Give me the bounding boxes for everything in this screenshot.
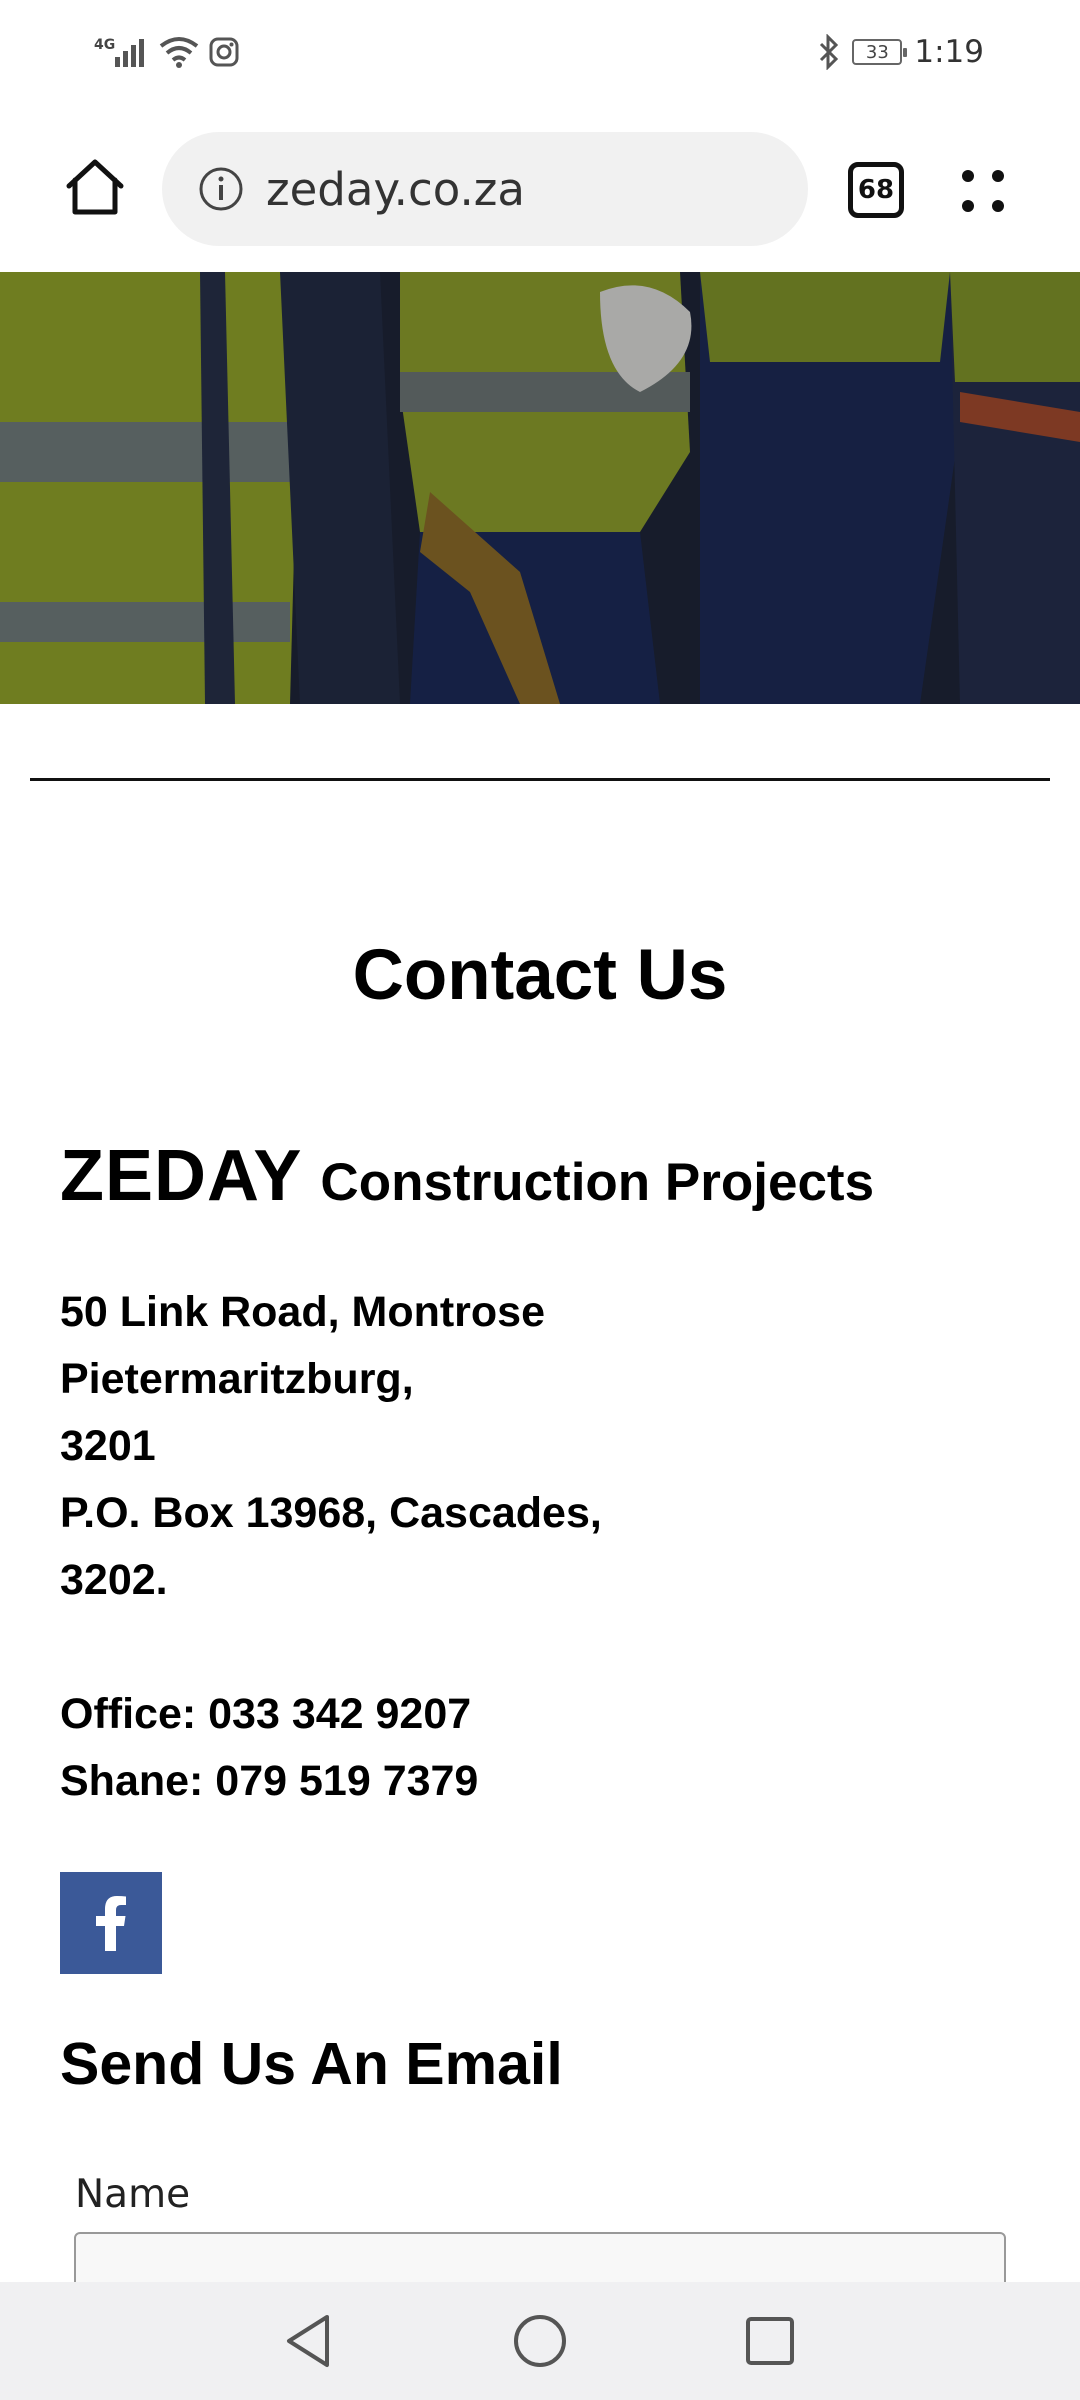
company-brand: ZEDAY	[60, 1136, 303, 1216]
status-right-icons: 33 1:19	[818, 30, 984, 74]
battery-level: 33	[865, 41, 889, 63]
tab-switcher-button[interactable]: 68	[848, 162, 904, 218]
hero-image	[0, 272, 1080, 704]
facebook-button[interactable]	[60, 1872, 162, 1974]
status-bar: 4G 33 1:19	[0, 0, 1080, 104]
system-nav-bar	[0, 2282, 1080, 2400]
phone-block: Office: 033 342 9207 Shane: 079 519 7379	[60, 1681, 478, 1815]
browser-menu-button[interactable]	[950, 160, 1016, 226]
company-name: ZEDAY Construction Projects	[60, 1135, 874, 1217]
signal-icon	[115, 39, 145, 67]
browser-toolbar: zeday.co.za 68	[0, 104, 1080, 272]
address-line: 50 Link Road, Montrose	[60, 1288, 546, 1336]
company-subtitle: Construction Projects	[320, 1153, 875, 1212]
section-divider	[30, 778, 1050, 781]
home-icon	[66, 159, 124, 215]
bluetooth-icon	[820, 34, 839, 70]
address-line: 3201	[60, 1422, 156, 1470]
info-icon[interactable]	[198, 166, 244, 212]
email-section-title: Send Us An Email	[60, 2031, 563, 2097]
office-phone[interactable]: Office: 033 342 9207	[60, 1681, 478, 1748]
battery-icon: 33	[852, 39, 908, 65]
menu-dot-icon	[992, 170, 1004, 182]
wifi-icon	[160, 37, 199, 68]
address-line: P.O. Box 13968, Cascades,	[60, 1489, 602, 1537]
facebook-icon	[96, 1896, 126, 1951]
menu-dot-icon	[962, 170, 974, 182]
instagram-icon	[209, 37, 239, 67]
address-block: 50 Link Road, Montrose Pietermaritzburg,…	[60, 1279, 602, 1614]
back-button[interactable]	[273, 2306, 343, 2376]
home-nav-button[interactable]	[505, 2306, 575, 2376]
network-type-label: 4G	[94, 37, 116, 53]
name-label: Name	[75, 2172, 191, 2217]
shane-phone[interactable]: Shane: 079 519 7379	[60, 1748, 478, 1815]
status-left-icons: 4G	[94, 30, 239, 74]
square-recents-icon	[746, 2317, 794, 2365]
circle-home-icon	[514, 2315, 566, 2367]
recents-button[interactable]	[735, 2306, 805, 2376]
clock: 1:19	[914, 34, 984, 70]
address-line: 3202.	[60, 1556, 168, 1604]
page-title: Contact Us	[352, 936, 728, 1015]
address-bar[interactable]: zeday.co.za	[162, 132, 808, 246]
address-line: Pietermaritzburg,	[60, 1355, 414, 1403]
menu-dot-icon	[962, 200, 974, 212]
menu-dot-icon	[992, 200, 1004, 212]
url-text[interactable]: zeday.co.za	[266, 163, 525, 216]
back-icon	[287, 2315, 329, 2367]
home-button[interactable]	[62, 154, 128, 220]
